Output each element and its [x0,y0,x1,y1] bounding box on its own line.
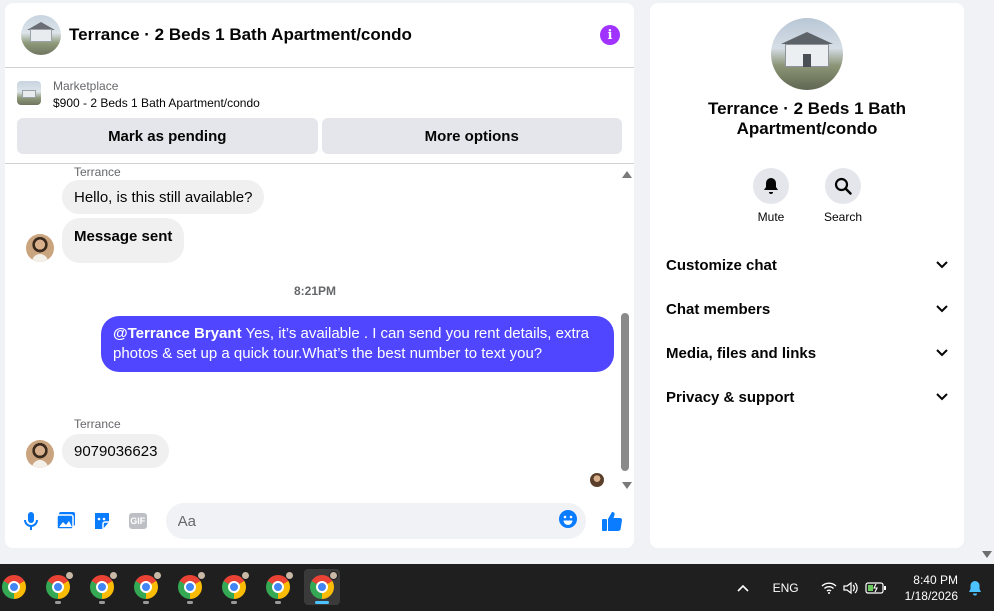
message-input-wrapper [165,503,587,539]
scroll-down-arrow[interactable] [622,482,632,489]
chevron-up-icon [737,584,749,592]
conversation-name: Terrance · 2 Beds 1 Bath Apartment/condo [707,99,907,138]
message-list: Terrance Hello, is this still available?… [5,165,634,495]
taskbar-chrome-profile[interactable] [260,569,296,605]
conversation-info-panel: Terrance · 2 Beds 1 Bath Apartment/condo… [650,3,964,548]
emoji-icon[interactable] [558,509,578,534]
section-customize-chat[interactable]: Customize chat [650,243,964,287]
sender-avatar[interactable] [26,440,54,468]
taskbar-chrome-profile[interactable] [40,569,76,605]
scroll-thumb[interactable] [621,313,629,471]
taskbar-chrome-profile[interactable] [128,569,164,605]
clock-date: 1/18/2026 [904,588,958,603]
sender-avatar[interactable] [26,234,54,262]
incoming-message[interactable]: Hello, is this still available? [62,180,265,214]
notification-bell-icon[interactable] [968,580,982,596]
sticker-icon[interactable] [88,507,116,535]
taskbar-chrome-profile[interactable] [84,569,120,605]
taskbar-chrome-profile[interactable] [172,569,208,605]
conversation-avatar[interactable] [21,15,61,55]
gif-icon[interactable]: GIF [124,507,152,535]
sender-name: Terrance [74,417,121,431]
chevron-down-icon [936,261,948,269]
marketplace-bar: Marketplace $900 - 2 Beds 1 Bath Apartme… [5,68,634,164]
incoming-message[interactable]: 9079036623 [62,434,170,468]
language-indicator[interactable]: ENG [773,581,799,595]
listing-title[interactable]: $900 - 2 Beds 1 Bath Apartment/condo [53,94,260,112]
chevron-down-icon [936,349,948,357]
chrome-icon [2,575,26,599]
system-tray: ENG 8:40 PM 1/18/2026 [737,564,994,611]
section-media-files-links[interactable]: Media, files and links [650,331,964,375]
info-sections: Customize chat Chat members Media, files… [650,243,964,419]
page-scroll-down-arrow[interactable] [982,551,992,558]
show-hidden-icons[interactable] [737,584,749,592]
clock-time: 8:40 PM [913,572,958,587]
chevron-down-icon [936,393,948,401]
mute-label: Mute [757,210,785,224]
more-options-button[interactable]: More options [321,118,622,154]
sender-name: Terrance [74,165,121,179]
message-input[interactable] [177,512,559,530]
taskbar-chrome-active[interactable] [304,569,340,605]
listing-thumbnail[interactable] [17,81,41,105]
message-timestamp: 8:21PM [293,284,337,298]
volume-icon[interactable] [843,581,859,595]
search-label: Search [823,210,863,224]
marketplace-label: Marketplace [53,79,119,93]
bell-icon [764,178,778,194]
scroll-up-arrow[interactable] [622,171,632,178]
search-icon [834,177,852,195]
clock[interactable]: 8:40 PM 1/18/2026 [905,572,958,604]
incoming-message[interactable]: Message sent [62,218,185,263]
section-privacy-support[interactable]: Privacy & support [650,375,964,419]
microphone-icon[interactable] [17,507,45,535]
chevron-down-icon [936,305,948,313]
chat-header: Terrance · 2 Beds 1 Bath Apartment/condo… [5,3,634,68]
search-button[interactable]: Search [823,168,863,224]
photo-icon[interactable] [53,507,81,535]
outgoing-message[interactable]: @Terrance Bryant Yes, it’s available . I… [101,316,614,372]
taskbar-chrome[interactable] [0,569,32,605]
taskbar: ENG 8:40 PM 1/18/2026 [0,564,994,611]
info-icon[interactable]: i [600,25,620,45]
composer-bar: GIF [5,498,634,544]
mute-button[interactable]: Mute [753,168,789,224]
battery-icon[interactable] [865,581,887,594]
chat-title[interactable]: Terrance · 2 Beds 1 Bath Apartment/condo [69,25,600,45]
chat-panel: Terrance · 2 Beds 1 Bath Apartment/condo… [5,3,634,548]
mention[interactable]: @Terrance Bryant [113,325,242,342]
section-chat-members[interactable]: Chat members [650,287,964,331]
mark-as-pending-button[interactable]: Mark as pending [17,118,318,154]
message-scrollbar[interactable] [619,165,634,495]
thumbs-up-icon[interactable] [598,507,626,535]
wifi-icon[interactable] [821,581,837,594]
seen-indicator-avatar [590,473,604,487]
conversation-profile-photo[interactable] [771,18,843,90]
taskbar-chrome-profile[interactable] [216,569,252,605]
